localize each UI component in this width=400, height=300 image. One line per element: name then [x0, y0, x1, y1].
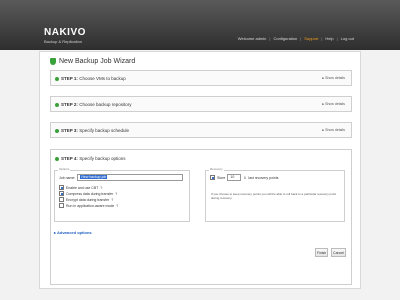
- step-2-show-details[interactable]: Show details: [322, 102, 345, 106]
- help-icon[interactable]: ?: [111, 198, 113, 202]
- encrypt-checkbox[interactable]: [59, 197, 64, 202]
- step-prefix: STEP 3:: [61, 128, 78, 133]
- recovery-caption: Recovery: [209, 167, 224, 171]
- job-name-label: Job name:: [59, 175, 76, 180]
- step-check-icon: [55, 102, 59, 107]
- nav-support-link[interactable]: Support: [304, 36, 318, 41]
- step-check-icon: [55, 128, 59, 133]
- store-count-input[interactable]: 10: [227, 174, 242, 181]
- step-3-bar[interactable]: STEP 3: Specify backup schedule Show det…: [50, 122, 352, 138]
- brand-logo: NAKIVO Backup & Replication: [44, 27, 86, 45]
- store-suffix: last recovery points: [248, 175, 279, 180]
- finish-button[interactable]: Finish: [315, 248, 328, 257]
- nav-help-link[interactable]: Help: [325, 36, 333, 41]
- job-name-input[interactable]: New backup job: [77, 174, 184, 181]
- brand-tagline: Backup & Replication: [44, 39, 83, 44]
- checkbox-row[interactable]: Compress data during transfer?: [59, 191, 117, 196]
- welcome-text: Welcome admin: [237, 36, 267, 41]
- app-aware-checkbox[interactable]: [59, 203, 64, 208]
- store-row: Store 10 ⇕ last recovery points: [210, 174, 278, 181]
- store-checkbox[interactable]: [210, 175, 215, 180]
- checkbox-label: Run in application-aware mode: [66, 203, 115, 208]
- brand-name: NAKIVO: [44, 27, 86, 38]
- nav-separator: |: [336, 36, 338, 41]
- step-3-show-details[interactable]: Show details: [322, 128, 345, 132]
- step-4-section: STEP 4: Specify backup options Options J…: [50, 149, 352, 285]
- options-box: Options Job name: New backup job Enable …: [54, 167, 190, 222]
- recovery-note: If you choose to keep recovery points yo…: [211, 192, 337, 200]
- step-2-title: STEP 2: Choose backup repository: [55, 102, 131, 107]
- nav-logout-link[interactable]: Log out: [341, 36, 354, 41]
- checkbox-label: Enable and use CBT: [66, 185, 99, 190]
- step-prefix: STEP 2:: [61, 102, 78, 107]
- nav-separator: |: [300, 36, 302, 41]
- step-check-icon: [55, 156, 59, 161]
- step-4-title: STEP 4: Specify backup options: [55, 156, 125, 161]
- recovery-box: Recovery Store 10 ⇕ last recovery points…: [205, 167, 345, 222]
- checkbox-label: Encrypt data during transfer: [66, 197, 110, 202]
- step-2-bar[interactable]: STEP 2: Choose backup repository Show de…: [50, 96, 352, 112]
- step-3-title: STEP 3: Specify backup schedule: [55, 128, 129, 133]
- store-spinner-icon[interactable]: ⇕: [243, 176, 246, 180]
- wizard-panel: New Backup Job Wizard STEP 1: Choose VMs…: [39, 51, 361, 289]
- step-prefix: STEP 4:: [61, 156, 78, 161]
- step-1-title: STEP 1: Choose VMs to backup: [55, 76, 126, 81]
- nav-configuration-link[interactable]: Configuration: [273, 36, 297, 41]
- step-label: Choose VMs to backup: [79, 76, 126, 81]
- help-icon[interactable]: ?: [116, 204, 118, 208]
- step-1-show-details[interactable]: Show details: [322, 76, 345, 80]
- nav-separator: |: [321, 36, 323, 41]
- help-icon[interactable]: ?: [115, 192, 117, 196]
- shield-icon: [50, 58, 56, 65]
- step-1-bar[interactable]: STEP 1: Choose VMs to backup Show detail…: [50, 70, 352, 86]
- job-name-value: New backup job: [80, 175, 108, 179]
- step-label: Choose backup repository: [79, 102, 132, 107]
- options-caption: Options: [58, 167, 71, 171]
- checkbox-label: Compress data during transfer: [66, 191, 114, 196]
- cbt-checkbox[interactable]: [59, 185, 64, 190]
- checkbox-row[interactable]: Encrypt data during transfer?: [59, 197, 113, 202]
- step-label: Specify backup options: [79, 156, 126, 161]
- checkbox-row[interactable]: Run in application-aware mode?: [59, 203, 118, 208]
- job-name-row: Job name: New backup job: [59, 174, 184, 181]
- top-header: NAKIVO Backup & Replication Welcome admi…: [0, 0, 400, 50]
- step-check-icon: [55, 76, 59, 81]
- step-label: Specify backup schedule: [79, 128, 129, 133]
- cancel-button[interactable]: Cancel: [331, 248, 346, 257]
- advanced-options-link[interactable]: Advanced options: [54, 230, 92, 235]
- checkbox-row[interactable]: Enable and use CBT?: [59, 185, 102, 190]
- store-label: Store: [217, 175, 226, 180]
- step-prefix: STEP 1:: [61, 76, 78, 81]
- help-icon[interactable]: ?: [100, 186, 102, 190]
- wizard-title-text: New Backup Job Wizard: [59, 58, 136, 65]
- wizard-title: New Backup Job Wizard: [50, 58, 135, 65]
- top-nav: Welcome admin | Configuration | Support …: [238, 36, 354, 41]
- nav-separator: |: [269, 36, 271, 41]
- compress-checkbox[interactable]: [59, 191, 64, 196]
